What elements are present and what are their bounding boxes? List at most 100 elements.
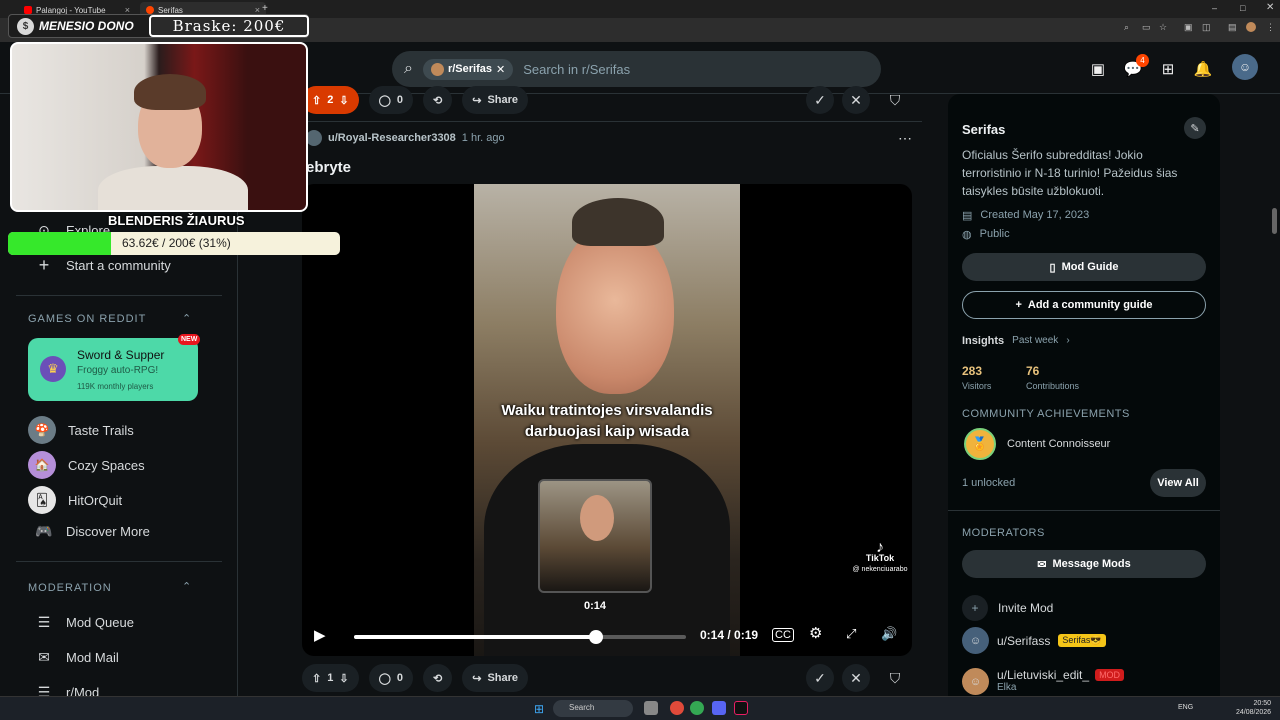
insights-label: Insights (962, 335, 1005, 347)
sidebar-item-mod-mail[interactable]: ✉ Mod Mail (34, 647, 119, 667)
sidebar-item-cozy-spaces[interactable]: 🏠 Cozy Spaces (28, 451, 145, 479)
achievement-name[interactable]: Content Connoisseur (1007, 438, 1110, 450)
clock-date: 24/08/2026 (1236, 709, 1272, 716)
upvote-icon[interactable]: ⇧ (312, 672, 321, 685)
moderator-row[interactable]: ☺ u/Serifass Serifas😎 (962, 627, 1106, 654)
approve-icon[interactable]: ✓ (806, 86, 834, 114)
tiktok-icon[interactable] (734, 701, 748, 715)
comments-button[interactable]: ◯ 0 (368, 664, 413, 692)
chevron-up-icon[interactable]: ⌃ (182, 312, 191, 325)
language-indicator[interactable]: ENG (1178, 704, 1193, 711)
author-avatar[interactable] (306, 130, 322, 146)
profile-avatar[interactable] (1246, 22, 1256, 32)
invite-mod-label: Invite Mod (998, 601, 1054, 615)
post-title[interactable]: ebryte (306, 159, 351, 176)
games-section-header[interactable]: GAMES ON REDDIT (28, 313, 146, 325)
vote-count: 2 (327, 94, 334, 106)
page-scrollbar[interactable] (1272, 208, 1277, 234)
extension-icon[interactable]: ▣ (1184, 22, 1193, 33)
settings-gear-icon[interactable]: ⚙ (809, 624, 822, 642)
add-community-guide-button[interactable]: + Add a community guide (962, 291, 1206, 319)
search-icon[interactable]: ⌕ (1124, 22, 1129, 33)
bookmark-star-icon[interactable]: ☆ (1159, 22, 1167, 33)
visibility-label: Public (979, 228, 1010, 240)
volume-icon[interactable]: 🔊 (881, 626, 897, 642)
chat-icon[interactable]: 💬 4 (1122, 54, 1149, 80)
advertise-icon[interactable]: ▣ (1087, 58, 1109, 80)
approve-icon[interactable]: ✓ (806, 664, 834, 692)
youtube-icon (24, 6, 32, 14)
sidebar-icon[interactable]: ▤ (1228, 22, 1237, 33)
coin-icon: $ (17, 18, 34, 35)
cast-icon[interactable]: ▭ (1142, 22, 1151, 33)
queue-icon: ☰ (37, 613, 51, 630)
more-options-icon[interactable]: ⋯ (898, 130, 912, 147)
moderation-section-header[interactable]: MODERATION (28, 582, 112, 594)
subreddit-chip[interactable]: r/Serifas ✕ (422, 58, 514, 80)
app-icon[interactable] (644, 701, 658, 715)
featured-game-card[interactable]: ♛ Sword & Supper Froggy auto-RPG! 119K m… (28, 334, 201, 401)
clock-time: 20:50 (1253, 700, 1272, 707)
captions-icon[interactable]: CC (772, 628, 794, 642)
cards-icon: 🂡 (28, 486, 56, 514)
comments-button[interactable]: ◯ 0 (368, 86, 413, 114)
crosspost-button[interactable]: ⟲ (423, 86, 453, 114)
seek-handle[interactable] (589, 630, 604, 644)
downvote-icon[interactable]: ⇩ (339, 672, 348, 685)
sidebar-item-hitorquit[interactable]: 🂡 HitOrQuit (28, 486, 122, 514)
sidebar-item-mod-queue[interactable]: ☰ Mod Queue (34, 612, 134, 632)
windows-taskbar: ⊞ Search ENG 20:50 24/08/2026 (0, 696, 1280, 720)
crosspost-icon: ⟲ (433, 672, 443, 685)
divider (16, 561, 222, 562)
taskbar-search[interactable]: Search (553, 700, 633, 717)
gamepad-icon: 🎮 (35, 522, 53, 539)
create-post-icon[interactable]: ⊞ (1157, 58, 1179, 80)
comment-count: 0 (396, 672, 403, 684)
seek-bar-fill (354, 635, 597, 639)
minimize-icon[interactable]: – (1212, 3, 1217, 13)
sidebar-item-discover-more[interactable]: 🎮 Discover More (34, 521, 150, 541)
upvote-icon[interactable]: ⇧ (312, 94, 321, 107)
remove-icon[interactable]: ✕ (842, 86, 870, 114)
search-bar[interactable]: ⌕ r/Serifas ✕ Search in r/Serifas (392, 51, 881, 87)
menu-dots-icon[interactable]: ⋮ (1266, 22, 1275, 33)
new-tab-icon[interactable]: + (262, 3, 268, 14)
maximize-icon[interactable]: □ (1240, 3, 1245, 13)
remove-icon[interactable]: ✕ (842, 664, 870, 692)
close-window-icon[interactable]: ✕ (1266, 2, 1274, 13)
message-mods-button[interactable]: ✉ Message Mods (962, 550, 1206, 578)
invite-mod-row[interactable]: + Invite Mod (962, 595, 1053, 621)
remove-chip-icon[interactable]: ✕ (496, 63, 505, 76)
fullscreen-icon[interactable]: ⤢ (846, 626, 856, 642)
play-icon[interactable]: ▶ (314, 626, 326, 644)
search-icon: ⌕ (404, 60, 413, 77)
chrome-icon[interactable] (690, 701, 704, 715)
sidebar-item-start-community[interactable]: + Start a community (34, 255, 171, 275)
book-icon: ▯ (1049, 261, 1056, 274)
moderator-row[interactable]: ☺ u/Lietuviski_edit_ MOD Elka (962, 668, 1125, 695)
edit-pencil-icon[interactable]: ✎ (1184, 117, 1206, 139)
puzzle-icon[interactable]: ◫ (1202, 22, 1211, 33)
crosspost-button[interactable]: ⟲ (423, 664, 453, 692)
post-author[interactable]: u/Royal-Researcher3308 (328, 132, 456, 144)
share-button[interactable]: ↪ Share (462, 664, 529, 692)
user-avatar[interactable]: ☺ (1232, 54, 1258, 80)
search-input[interactable]: Search in r/Serifas (523, 62, 630, 77)
video-player[interactable]: Waiku tratintojes virsvalandis darbuojas… (302, 184, 912, 656)
chevron-up-icon[interactable]: ⌃ (182, 580, 191, 593)
share-button[interactable]: ↪ Share (462, 86, 529, 114)
seek-bar[interactable] (354, 630, 686, 644)
shield-icon[interactable]: ⛉ (881, 664, 909, 692)
downvote-icon[interactable]: ⇩ (339, 94, 348, 107)
insights-row[interactable]: Insights Past week › (962, 335, 1070, 347)
streamer-shirt (98, 166, 248, 210)
clock[interactable]: 20:50 24/08/2026 (1236, 699, 1271, 717)
sidebar-item-taste-trails[interactable]: 🍄 Taste Trails (28, 416, 134, 444)
windows-start-icon[interactable]: ⊞ (534, 702, 544, 716)
view-all-button[interactable]: View All (1150, 469, 1206, 497)
mod-guide-button[interactable]: ▯ Mod Guide (962, 253, 1206, 281)
bell-icon[interactable]: 🔔 (1192, 58, 1214, 80)
shield-icon[interactable]: ⛉ (881, 86, 909, 114)
app-icon[interactable] (670, 701, 684, 715)
discord-icon[interactable] (712, 701, 726, 715)
